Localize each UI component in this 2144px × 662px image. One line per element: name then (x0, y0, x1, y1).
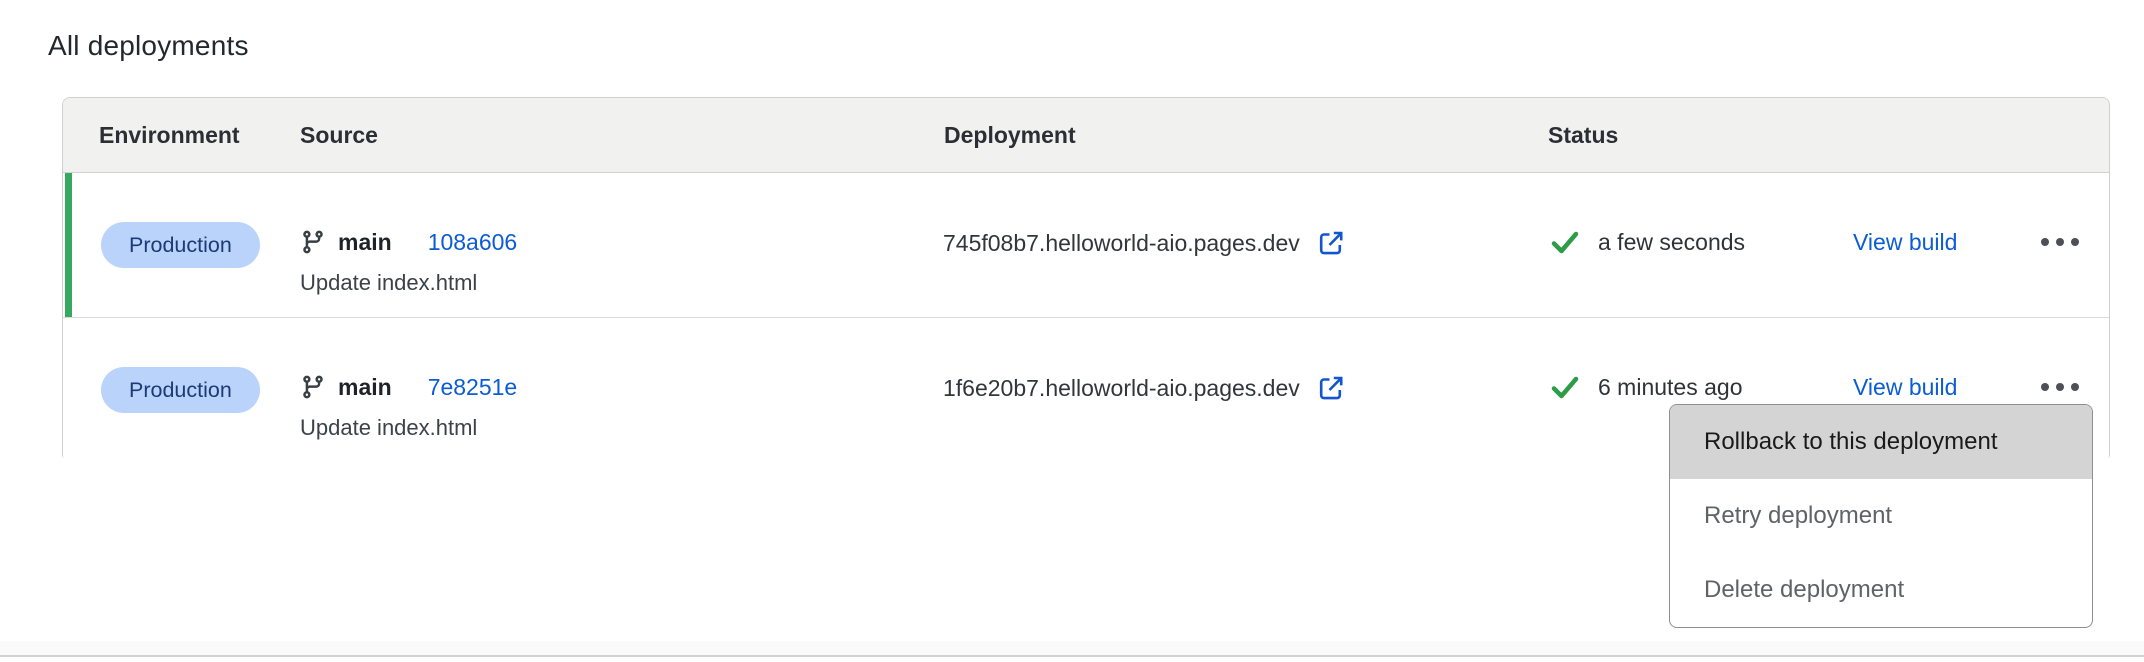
ellipsis-dot (2071, 383, 2079, 391)
commit-link[interactable]: 7e8251e (428, 374, 518, 401)
deployment-url: 1f6e20b7.helloworld-aio.pages.dev (943, 375, 1300, 402)
git-branch-icon (300, 374, 326, 400)
ellipsis-dot (2041, 383, 2049, 391)
table-header-row: Environment Source Deployment Status (63, 98, 2109, 173)
deployment-actions-menu: Rollback to this deployment Retry deploy… (1669, 404, 2093, 628)
deployment-url: 745f08b7.helloworld-aio.pages.dev (943, 230, 1300, 257)
commit-message: Update index.html (300, 269, 477, 297)
external-link-icon[interactable] (1316, 228, 1346, 258)
page-bottom-divider (0, 655, 2144, 657)
status-time: a few seconds (1598, 229, 1745, 256)
column-header-status: Status (1548, 98, 1618, 173)
column-header-environment: Environment (99, 98, 240, 173)
menu-item-rollback[interactable]: Rollback to this deployment (1670, 405, 2092, 479)
ellipsis-dot (2056, 238, 2064, 246)
branch-name: main (338, 374, 392, 401)
commit-link[interactable]: 108a606 (428, 229, 518, 256)
column-header-source: Source (300, 98, 378, 173)
menu-item-retry[interactable]: Retry deployment (1670, 479, 2092, 553)
check-icon (1549, 371, 1581, 403)
status-cell: 6 minutes ago (1549, 371, 1742, 403)
column-header-deployment: Deployment (944, 98, 1076, 173)
ellipsis-dot (2041, 238, 2049, 246)
view-build-link[interactable]: View build (1853, 228, 1957, 256)
commit-message: Update index.html (300, 414, 477, 442)
row-actions-menu-button[interactable] (2031, 228, 2089, 256)
table-row: Production main 108a606 Update index.htm… (63, 173, 2109, 318)
status-time: 6 minutes ago (1598, 374, 1742, 401)
branch-name: main (338, 229, 392, 256)
git-branch-icon (300, 229, 326, 255)
source-cell: main 108a606 (300, 228, 517, 256)
menu-item-delete[interactable]: Delete deployment (1670, 553, 2092, 627)
ellipsis-dot (2071, 238, 2079, 246)
external-link-icon[interactable] (1316, 373, 1346, 403)
source-cell: main 7e8251e (300, 373, 517, 401)
environment-badge: Production (101, 222, 260, 268)
deployment-cell: 1f6e20b7.helloworld-aio.pages.dev (943, 373, 1346, 403)
view-build-link[interactable]: View build (1853, 373, 1957, 401)
status-cell: a few seconds (1549, 226, 1745, 258)
deployment-cell: 745f08b7.helloworld-aio.pages.dev (943, 228, 1346, 258)
page-bottom-band (0, 641, 2144, 655)
current-deployment-indicator (65, 173, 72, 317)
row-actions-menu-button[interactable] (2031, 373, 2089, 401)
check-icon (1549, 226, 1581, 258)
ellipsis-dot (2056, 383, 2064, 391)
environment-badge: Production (101, 367, 260, 413)
page-title: All deployments (48, 30, 249, 62)
